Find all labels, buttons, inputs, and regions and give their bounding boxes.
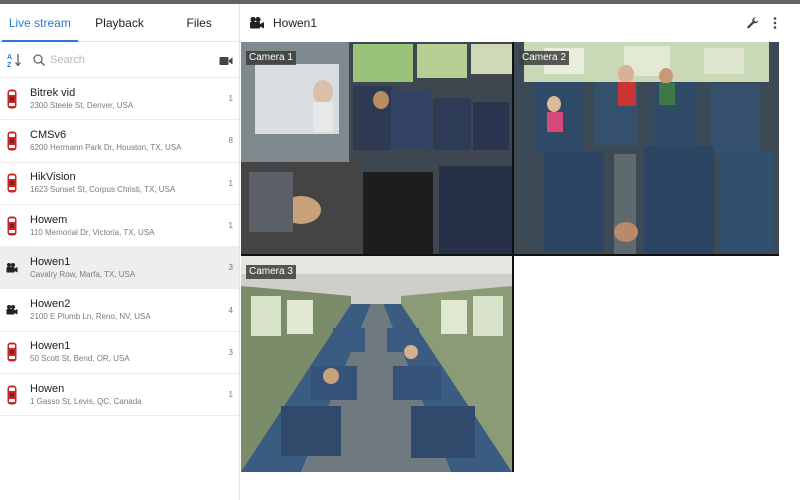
camera-label: Camera 1 [246, 51, 296, 65]
device-text: Howen2 2100 E Plumb Ln, Reno, NV, USA [30, 297, 225, 323]
device-title: Howen1 [273, 16, 318, 30]
main-header: Howen1 [241, 4, 800, 42]
camera-icon [6, 257, 18, 279]
camera-3-feed [241, 256, 512, 472]
bus-icon [6, 172, 18, 194]
device-text: Bitrek vid 2300 Steele St, Denver, USA [30, 86, 225, 112]
camera-label: Camera 2 [519, 51, 569, 65]
camera-icon [6, 299, 18, 321]
device-list-item[interactable]: Howem 110 Memorial Dr, Victoria, TX, USA 1 [0, 205, 239, 248]
tab-files[interactable]: Files [159, 4, 239, 41]
device-address: 1 Gasso St, Levis, QC, Canada [30, 396, 142, 406]
device-text: Howem 110 Memorial Dr, Victoria, TX, USA [30, 213, 225, 239]
device-text: HikVision 1623 Sunset St, Corpus Christi,… [30, 170, 225, 196]
device-address: 50 Scott St, Bend, OR, USA [30, 354, 130, 364]
wrench-icon [747, 17, 759, 29]
camera-tile-1[interactable]: Camera 1 [241, 42, 512, 254]
sidebar: Live stream Playback Files A Z Search Bi… [0, 4, 240, 500]
camera-count: 1 [228, 221, 233, 231]
device-text: Howen 1 Gasso St, Levis, QC, Canada [30, 382, 225, 408]
svg-text:Z: Z [7, 62, 12, 69]
camera-icon [249, 16, 265, 30]
device-name: Howem [30, 213, 68, 226]
bus-icon [6, 215, 18, 237]
device-name: Howen2 [30, 298, 71, 311]
device-name: HikVision [30, 171, 76, 184]
camera-count: 3 [228, 347, 233, 357]
camera-label: Camera 3 [246, 265, 296, 279]
video-camera-icon[interactable] [219, 54, 233, 66]
device-list-item[interactable]: CMSv6 6200 Hermann Park Dr, Houston, TX, … [0, 120, 239, 163]
camera-1-feed [241, 42, 512, 254]
device-name: Howen1 [30, 255, 71, 268]
camera-tile-2[interactable]: Camera 2 [514, 42, 779, 254]
device-address: 2300 Steele St, Denver, USA [30, 100, 134, 110]
bus-icon [6, 384, 18, 406]
svg-text:A: A [7, 54, 12, 61]
tab-bar: Live stream Playback Files [0, 4, 239, 42]
empty-camera-slot [514, 256, 779, 472]
more-vertical-icon [773, 17, 777, 29]
settings-button[interactable] [742, 12, 764, 34]
device-name: Howen [30, 382, 65, 395]
device-address: 110 Memorial Dr, Victoria, TX, USA [30, 227, 155, 237]
device-name: Howen1 [30, 340, 71, 353]
device-list-item[interactable]: Howen 1 Gasso St, Levis, QC, Canada 1 [0, 374, 239, 417]
device-address: 1623 Sunset St, Corpus Christi, TX, USA [30, 185, 176, 195]
sort-alpha-icon[interactable]: A Z [6, 51, 24, 69]
device-address: Cavalry Row, Marfa, TX, USA [30, 269, 136, 279]
camera-tile-3[interactable]: Camera 3 [241, 256, 512, 472]
device-list-item[interactable]: Howen2 2100 E Plumb Ln, Reno, NV, USA 4 [0, 289, 239, 332]
tab-live-stream[interactable]: Live stream [0, 4, 80, 42]
device-address: 6200 Hermann Park Dr, Houston, TX, USA [30, 142, 182, 152]
camera-count: 1 [228, 178, 233, 188]
device-text: Howen1 50 Scott St, Bend, OR, USA [30, 339, 225, 365]
bus-icon [6, 341, 18, 363]
search-box [32, 48, 215, 72]
camera-grid: Camera 1 Camera 2 Camera 3 [241, 42, 779, 472]
search-input[interactable] [50, 53, 215, 66]
device-name: Bitrek vid [30, 86, 76, 99]
device-text: CMSv6 6200 Hermann Park Dr, Houston, TX, … [30, 128, 225, 154]
device-list-item[interactable]: Howen1 Cavalry Row, Marfa, TX, USA 3 [0, 247, 239, 290]
camera-count: 1 [228, 390, 233, 400]
device-text: Howen1 Cavalry Row, Marfa, TX, USA [30, 255, 225, 281]
device-list-item[interactable]: HikVision 1623 Sunset St, Corpus Christi,… [0, 163, 239, 205]
bus-icon [6, 130, 18, 152]
camera-count: 1 [228, 94, 233, 104]
main-panel: Howen1 Camera 1 Camera 2 Camera 3 [241, 4, 800, 500]
search-icon [32, 53, 46, 67]
device-list: Bitrek vid 2300 Steele St, Denver, USA 1 CM… [0, 78, 239, 417]
camera-count: 8 [228, 136, 233, 146]
camera-count: 4 [228, 305, 233, 315]
camera-2-feed [514, 42, 779, 254]
device-list-item[interactable]: Bitrek vid 2300 Steele St, Denver, USA 1 [0, 78, 239, 121]
tab-playback[interactable]: Playback [80, 4, 160, 41]
device-address: 2100 E Plumb Ln, Reno, NV, USA [30, 312, 151, 322]
more-options-button[interactable] [764, 12, 786, 34]
camera-count: 3 [228, 263, 233, 273]
device-list-item[interactable]: Howen1 50 Scott St, Bend, OR, USA 3 [0, 332, 239, 375]
device-name: CMSv6 [30, 128, 67, 141]
bus-icon [6, 88, 18, 110]
search-row: A Z [0, 42, 239, 78]
